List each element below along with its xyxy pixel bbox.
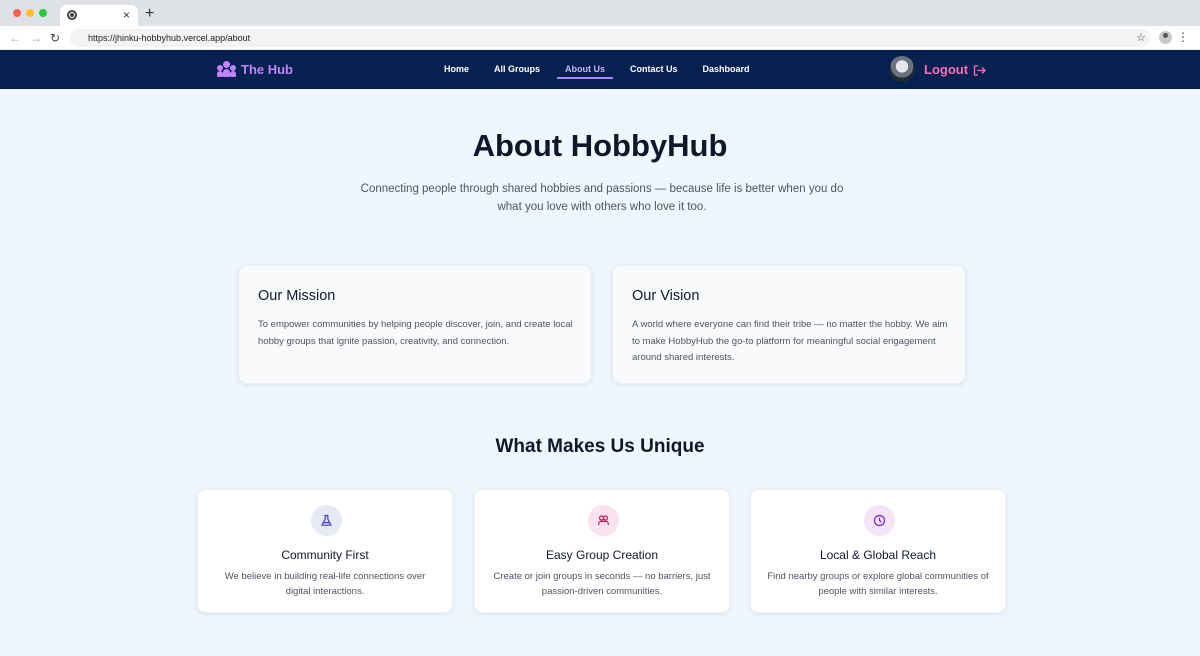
flask-icon (311, 505, 342, 536)
browser-address-bar: ← → ↻ https://jhinku-hobbyhub.vercel.app… (0, 26, 1200, 50)
mission-text: To empower communities by helping people… (258, 319, 573, 347)
browser-tab[interactable]: × (60, 5, 138, 26)
clock-icon (864, 505, 895, 536)
close-window-icon[interactable] (13, 9, 21, 17)
profile-icon[interactable] (1159, 31, 1172, 44)
feature-text: Create or join groups in seconds — no ba… (493, 571, 711, 597)
forward-arrow-icon[interactable]: → (30, 30, 42, 46)
logout-label: Logout (924, 62, 969, 77)
nav-home[interactable]: Home (436, 50, 477, 89)
feature-card-community-first: Community First We believe in building r… (197, 489, 453, 613)
reload-icon[interactable]: ↻ (50, 30, 60, 46)
bookmark-star-icon[interactable]: ☆ (1136, 30, 1146, 46)
unique-section-title: What Makes Us Unique (495, 436, 705, 457)
favicon-icon (67, 10, 77, 20)
logout-icon (973, 64, 986, 76)
feature-title: Local & Global Reach (819, 548, 937, 562)
new-tab-button[interactable]: + (145, 5, 154, 23)
nav-dashboard[interactable]: Dashboard (695, 50, 758, 89)
mission-card: Our Mission To empower communities by he… (238, 265, 592, 384)
site-logo[interactable]: The Hub (217, 61, 293, 77)
feature-text: Find nearby groups or explore global com… (767, 571, 989, 597)
users-icon (588, 505, 619, 536)
nav-about-us[interactable]: About Us (557, 50, 614, 89)
maximize-window-icon[interactable] (39, 9, 47, 17)
nav-contact-us[interactable]: Contact Us (622, 50, 686, 89)
feature-title: Easy Group Creation (545, 548, 659, 562)
user-avatar[interactable] (889, 56, 915, 82)
group-logo-icon (217, 61, 236, 77)
url-input[interactable]: https://jhinku-hobbyhub.vercel.app/about (70, 29, 1150, 47)
vision-text: A world where everyone can find their tr… (632, 319, 948, 363)
back-arrow-icon[interactable]: ← (9, 30, 21, 46)
vision-title: Our Vision (632, 288, 700, 304)
vision-card: Our Vision A world where everyone can fi… (612, 265, 966, 384)
logo-text: The Hub (241, 61, 293, 77)
tab-close-icon[interactable]: × (123, 7, 130, 23)
site-navbar: The Hub Home All Groups About Us Contact… (0, 50, 1200, 89)
logout-button[interactable]: Logout (924, 62, 986, 77)
feature-card-easy-group-creation: Easy Group Creation Create or join group… (474, 489, 730, 613)
minimize-window-icon[interactable] (26, 9, 34, 17)
feature-title: Community First (281, 548, 369, 562)
feature-card-local-global-reach: Local & Global Reach Find nearby groups … (750, 489, 1006, 613)
main-menu: Home All Groups About Us Contact Us Dash… (436, 50, 767, 89)
page-subtitle: Connecting people through shared hobbies… (360, 183, 844, 213)
browser-tab-bar: × + (0, 0, 1200, 26)
page-title: About HobbyHub (472, 128, 728, 163)
mission-title: Our Mission (258, 288, 336, 304)
nav-all-groups[interactable]: All Groups (486, 50, 548, 89)
feature-text: We believe in building real-life connect… (224, 571, 426, 597)
browser-menu-icon[interactable]: ⋮ (1177, 29, 1189, 45)
